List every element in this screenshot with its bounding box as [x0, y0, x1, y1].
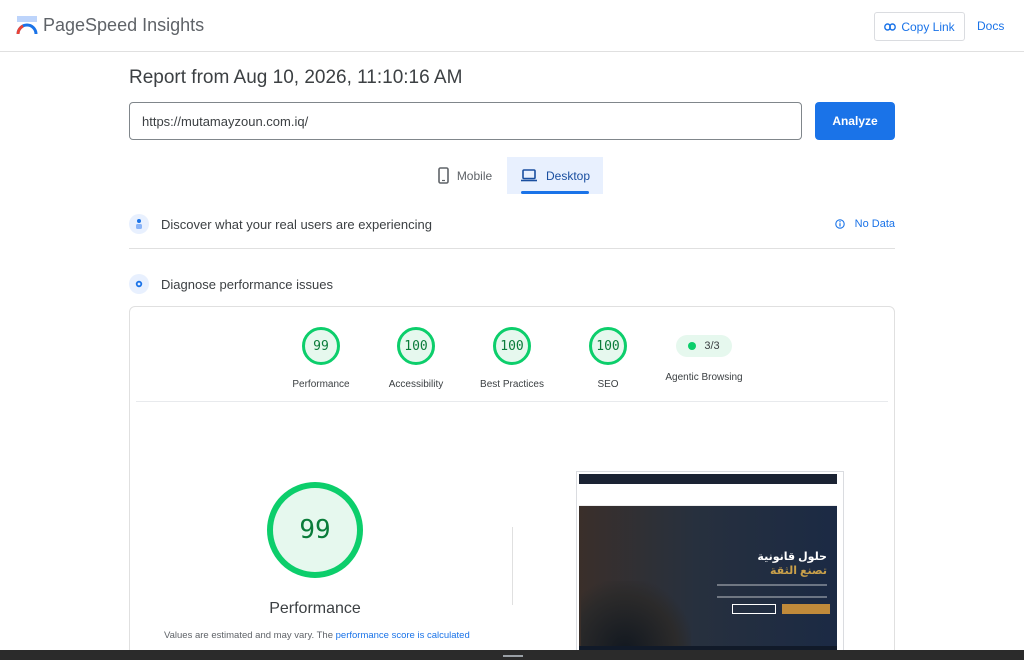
agentic-value: 3/3	[704, 340, 720, 352]
agentic-label: Agentic Browsing	[665, 372, 743, 383]
field-data-heading: Discover what your real users are experi…	[161, 216, 432, 232]
tab-selected-indicator	[521, 191, 589, 194]
no-data-label: No Data	[854, 218, 895, 230]
score-gauge: 100	[493, 327, 531, 365]
values-note: Values are estimated and may vary. The p…	[164, 630, 470, 641]
thumbnail-primary-button	[782, 604, 830, 614]
tab-mobile-label: Mobile	[456, 168, 493, 183]
tab-desktop-label: Desktop	[545, 168, 591, 183]
report-title: Report from Aug 10, 2026, 11:10:16 AM	[129, 67, 463, 88]
card-divider	[136, 401, 888, 402]
diagnose-section: Diagnose performance issues	[129, 273, 895, 295]
agentic-pill: 3/3	[676, 335, 732, 357]
performance-big-label: Performance	[269, 600, 361, 617]
thumbnail-topbar	[579, 474, 837, 484]
score-accessibility[interactable]: 100 Accessibility	[366, 327, 466, 390]
thumbnail-secondary-button	[732, 604, 776, 614]
score-gauge: 100	[589, 327, 627, 365]
vertical-divider	[512, 527, 513, 605]
lighthouse-icon	[129, 274, 149, 294]
score-best-practices[interactable]: 100 Best Practices	[462, 327, 562, 390]
values-note-text: Values are estimated and may vary. The	[164, 630, 336, 641]
pagespeed-logo-icon	[16, 16, 38, 35]
url-input[interactable]	[129, 102, 802, 140]
score-agentic-browsing[interactable]: 3/3 Agentic Browsing	[654, 327, 754, 383]
performance-score-link[interactable]: performance score is calculated	[336, 630, 470, 641]
pass-dot-icon	[688, 342, 697, 350]
thumbnail-nav	[579, 484, 837, 506]
phone-icon	[438, 167, 449, 184]
thumbnail-hero-line2: تصنع الثقة	[769, 565, 827, 577]
tab-mobile[interactable]: Mobile	[425, 157, 505, 194]
resize-handle[interactable]	[503, 655, 523, 657]
copy-link-label: Copy Link	[901, 19, 955, 34]
field-data-section: Discover what your real users are experi…	[129, 213, 895, 235]
app-title: PageSpeed Insights	[43, 15, 205, 35]
thumbnail-hero: حلول قانونية تصنع الثقة	[579, 506, 837, 660]
docs-link[interactable]: Docs	[977, 19, 1004, 33]
analyze-button[interactable]: Analyze	[815, 102, 895, 140]
score-seo[interactable]: 100 SEO	[558, 327, 658, 390]
users-icon	[129, 214, 149, 234]
copy-link-button[interactable]: Copy Link	[874, 12, 965, 41]
score-label: Accessibility	[388, 379, 444, 390]
score-label: Performance	[292, 379, 350, 390]
tab-desktop[interactable]: Desktop	[507, 157, 603, 194]
link-icon	[884, 22, 897, 31]
score-label: SEO	[597, 379, 619, 390]
laptop-icon	[520, 169, 537, 182]
thumbnail-hero-line1: حلول قانونية	[757, 551, 827, 563]
thumbnail-hero-text-lines	[717, 584, 827, 598]
score-label: Best Practices	[480, 379, 544, 390]
score-performance[interactable]: 99 Performance	[271, 327, 371, 390]
scores-card: 99 Performance 100 Accessibility 100 Bes…	[129, 306, 895, 660]
diagnose-heading: Diagnose performance issues	[161, 276, 333, 292]
section-divider	[129, 248, 895, 249]
page-screenshot-thumbnail: حلول قانونية تصنع الثقة	[576, 471, 844, 660]
score-gauge: 100	[397, 327, 435, 365]
performance-big-gauge: 99	[267, 482, 363, 578]
no-data-status: No Data	[834, 218, 895, 230]
info-icon	[834, 219, 845, 229]
score-gauge: 99	[302, 327, 340, 365]
top-app-bar: PageSpeed Insights Copy Link Docs	[0, 0, 1024, 52]
